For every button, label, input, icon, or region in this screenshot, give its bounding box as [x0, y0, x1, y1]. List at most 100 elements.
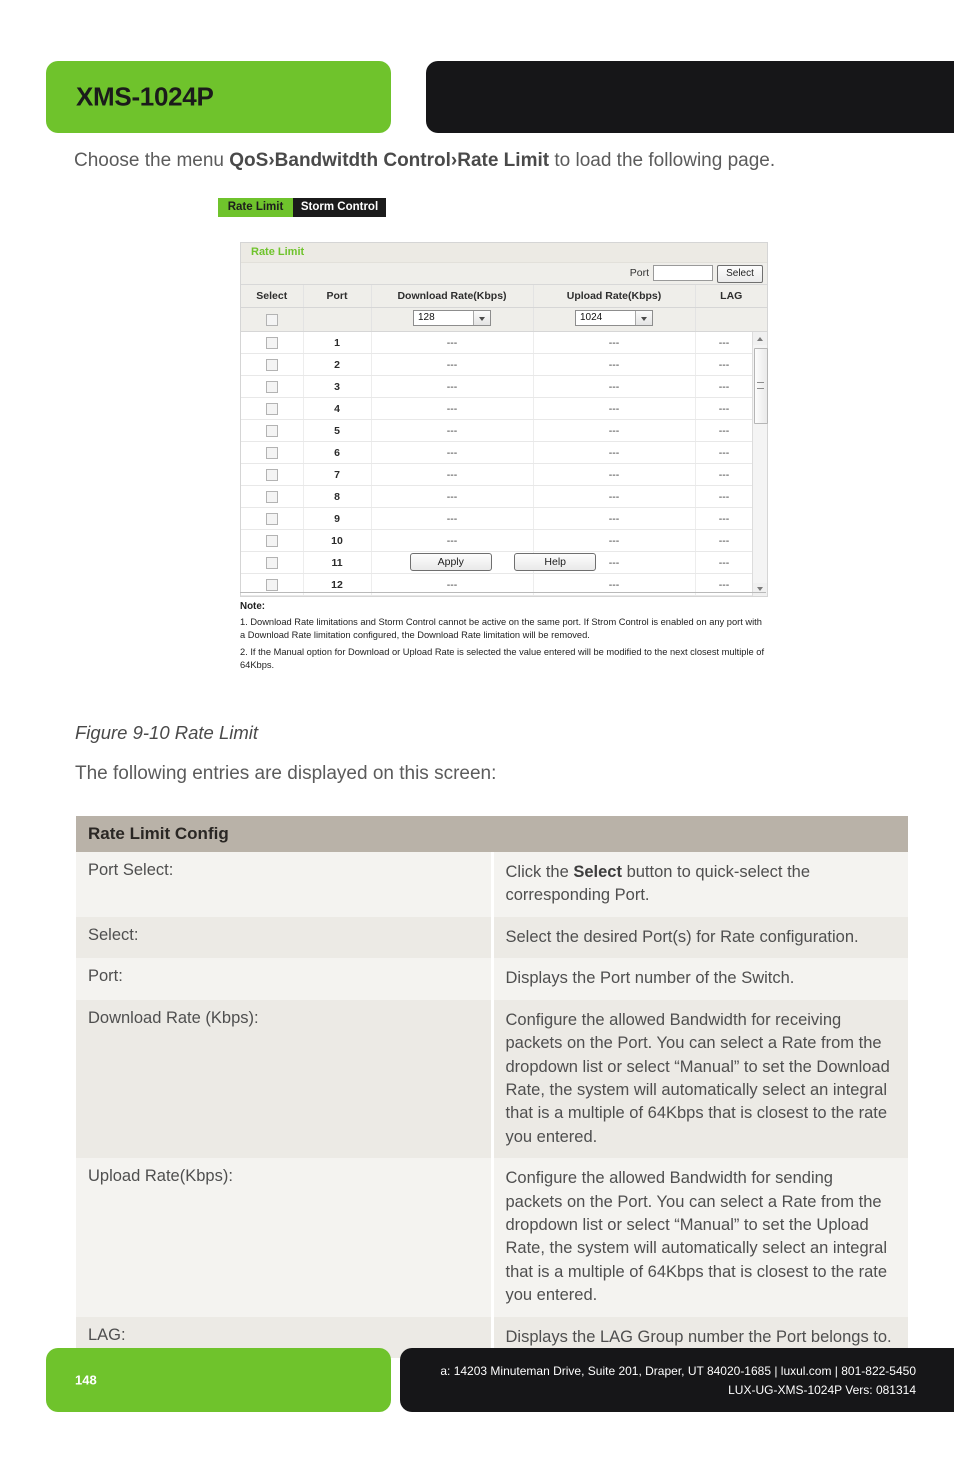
table-row: 8 --- --- ---: [241, 485, 767, 508]
row-download: ---: [371, 419, 534, 442]
upload-rate-dropdown[interactable]: 1024: [575, 310, 653, 326]
select-all-checkbox[interactable]: [265, 313, 278, 326]
action-button-row: Apply Help: [240, 552, 766, 571]
desc-value: Click the Select button to quick-select …: [490, 852, 908, 917]
row-download: ---: [371, 441, 534, 464]
row-checkbox[interactable]: [265, 468, 278, 481]
tab-storm-control[interactable]: Storm Control: [293, 198, 386, 217]
row-port: 6: [303, 441, 372, 464]
scroll-up-arrow-icon[interactable]: [753, 332, 767, 345]
row-checkbox[interactable]: [265, 446, 278, 459]
row-lag: ---: [695, 397, 754, 420]
desc-value-pre: Click the: [505, 863, 574, 881]
config-port-cell: [303, 307, 372, 332]
panel-title: Rate Limit: [241, 243, 767, 263]
desc-value: Configure the allowed Bandwidth for rece…: [490, 999, 908, 1159]
row-select-cell: [241, 419, 304, 442]
row-checkbox[interactable]: [265, 336, 278, 349]
desc-key: Upload Rate(Kbps):: [76, 1158, 492, 1317]
tab-rate-limit[interactable]: Rate Limit: [218, 198, 293, 217]
row-checkbox[interactable]: [265, 402, 278, 415]
row-checkbox[interactable]: [265, 534, 278, 547]
download-rate-value: 128: [418, 312, 435, 323]
page-number: 148: [75, 1372, 97, 1388]
row-lag: ---: [695, 332, 754, 354]
desc-table-row: Download Rate (Kbps): Configure the allow…: [76, 999, 908, 1159]
column-header-row: Select Port Download Rate(Kbps) Upload R…: [241, 285, 767, 308]
row-lag: ---: [695, 441, 754, 464]
row-upload: ---: [533, 441, 696, 464]
row-upload: ---: [533, 485, 696, 508]
row-upload: ---: [533, 375, 696, 398]
desc-value-pre: Configure the allowed Bandwidth for send…: [505, 1169, 888, 1305]
row-select-cell: [241, 441, 304, 464]
table-row: 1 --- --- ---: [241, 332, 767, 354]
row-download: ---: [371, 332, 534, 354]
desc-value-pre: Select the desired Port(s) for Rate conf…: [505, 927, 859, 946]
note-item-1: 1. Download Rate limitations and Storm C…: [240, 617, 762, 640]
config-row: 128 1024: [241, 307, 767, 332]
desc-table-title: Rate Limit Config: [76, 816, 908, 852]
desc-value-bold: Select: [573, 863, 622, 881]
table-row: 6 --- --- ---: [241, 441, 767, 464]
rate-limit-panel: Rate Limit Port Select Select Port Downl…: [240, 242, 768, 597]
row-checkbox[interactable]: [265, 490, 278, 503]
note-heading: Note:: [240, 601, 266, 612]
tab-bar: Rate Limit Storm Control: [218, 198, 386, 217]
config-upload-cell: 1024: [533, 307, 696, 332]
col-header-download-rate: Download Rate(Kbps): [371, 285, 534, 308]
rate-limit-header-table: Select Port Download Rate(Kbps) Upload R…: [241, 285, 767, 332]
row-select-cell: [241, 397, 304, 420]
row-download: ---: [371, 353, 534, 376]
row-checkbox[interactable]: [265, 358, 278, 371]
download-rate-dropdown[interactable]: 128: [413, 310, 491, 326]
desc-table-row: Upload Rate(Kbps): Configure the allowed …: [76, 1158, 908, 1317]
table-row: 3 --- --- ---: [241, 375, 767, 398]
scrollbar-thumb[interactable]: [754, 348, 768, 424]
row-select-cell: [241, 353, 304, 376]
desc-table-row: Port Select: Click the Select button to q…: [76, 852, 908, 917]
row-port: 10: [303, 529, 372, 552]
row-checkbox[interactable]: [265, 512, 278, 525]
row-port: 1: [303, 332, 372, 354]
table-row: 4 --- --- ---: [241, 397, 767, 420]
row-select-cell: [241, 332, 304, 354]
port-select-bar: Port Select: [241, 263, 767, 285]
row-upload: ---: [533, 529, 696, 552]
row-upload: ---: [533, 353, 696, 376]
desc-key: Select:: [76, 916, 492, 959]
footer-green-bar: 148: [46, 1348, 391, 1412]
select-button[interactable]: Select: [717, 265, 763, 283]
desc-table-row: Port: Displays the Port number of the Swi…: [76, 958, 908, 1000]
row-lag: ---: [695, 507, 754, 530]
intro-before: Choose the menu: [74, 150, 230, 171]
header-black-bar: [426, 61, 954, 133]
desc-key: Port Select:: [76, 852, 492, 917]
row-download: ---: [371, 485, 534, 508]
col-header-lag: LAG: [695, 285, 767, 308]
row-port: 3: [303, 375, 372, 398]
row-upload: ---: [533, 507, 696, 530]
row-lag: ---: [695, 375, 754, 398]
row-checkbox[interactable]: [265, 424, 278, 437]
apply-button[interactable]: Apply: [409, 553, 492, 571]
row-lag: ---: [695, 529, 754, 552]
row-download: ---: [371, 507, 534, 530]
intro-paragraph: Choose the menu QoS›Bandwitdth Control›R…: [74, 148, 924, 174]
row-upload: ---: [533, 419, 696, 442]
table-row: 5 --- --- ---: [241, 419, 767, 442]
chevron-down-icon: [473, 311, 490, 325]
help-button[interactable]: Help: [514, 553, 597, 571]
row-lag: ---: [695, 485, 754, 508]
desc-value-pre: Configure the allowed Bandwidth for rece…: [505, 1010, 890, 1146]
row-checkbox[interactable]: [265, 380, 278, 393]
config-lag-cell: [695, 307, 767, 332]
row-download: ---: [371, 375, 534, 398]
row-upload: ---: [533, 397, 696, 420]
table-row: 9 --- --- ---: [241, 507, 767, 530]
desc-key: Port:: [76, 958, 492, 1000]
row-lag: ---: [695, 419, 754, 442]
row-checkbox[interactable]: [265, 578, 278, 591]
port-input[interactable]: [653, 265, 713, 281]
row-download: ---: [371, 463, 534, 486]
